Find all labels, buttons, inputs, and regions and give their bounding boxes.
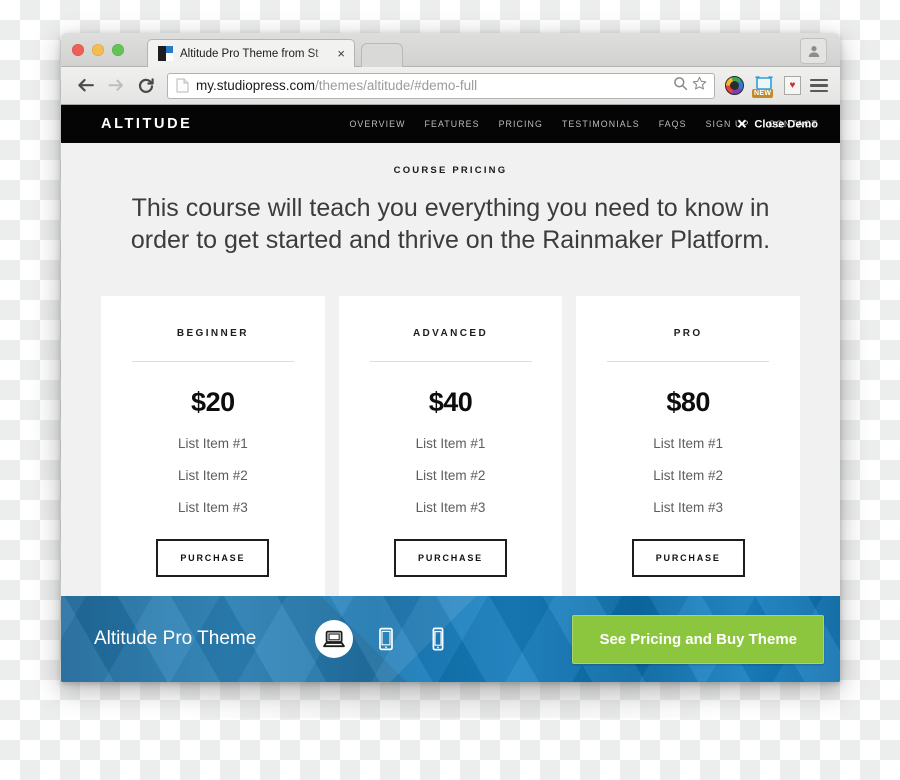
- pricing-card-price: $20: [191, 387, 235, 417]
- theme-demo-bar: Altitude Pro Theme See Pricing and Buy T…: [61, 596, 840, 682]
- search-icon[interactable]: [673, 76, 688, 96]
- close-icon: ✕: [736, 116, 748, 132]
- pricing-card-features: List Item #1 List Item #2 List Item #3: [359, 436, 543, 532]
- tablet-view-icon[interactable]: [367, 620, 405, 658]
- new-extension-icon[interactable]: NEW: [752, 75, 775, 98]
- url-text: my.studiopress.com/themes/altitude/#demo…: [196, 78, 669, 93]
- close-demo-label: Close Demo: [754, 118, 818, 130]
- list-item: List Item #3: [415, 500, 486, 515]
- pricing-card-beginner: BEGINNER $20 List Item #1 List Item #2 L…: [101, 296, 325, 603]
- browser-titlebar: Altitude Pro Theme from St ×: [61, 33, 840, 67]
- close-window-button[interactable]: [72, 44, 84, 56]
- purchase-button-beginner[interactable]: PURCHASE: [156, 539, 270, 577]
- tab-title: Altitude Pro Theme from St: [180, 47, 319, 60]
- browser-tab[interactable]: Altitude Pro Theme from St ×: [147, 39, 355, 67]
- list-item: List Item #1: [653, 436, 724, 451]
- nav-link-overview[interactable]: OVERVIEW: [349, 119, 405, 129]
- new-tab-button[interactable]: [361, 43, 403, 67]
- site-navbar: ALTITUDE OVERVIEW FEATURES PRICING TESTI…: [61, 105, 840, 143]
- pricing-card-title: BEGINNER: [176, 328, 249, 339]
- pricing-headline: This course will teach you everything yo…: [130, 194, 771, 254]
- pricing-card-divider: [369, 361, 532, 362]
- url-path: /themes/altitude/#demo-full: [315, 78, 478, 93]
- profile-avatar-button[interactable]: [800, 38, 827, 64]
- studiopress-favicon-icon: [158, 46, 173, 61]
- site-logo[interactable]: ALTITUDE: [101, 116, 192, 132]
- forward-button[interactable]: [103, 73, 129, 99]
- browser-toolbar: my.studiopress.com/themes/altitude/#demo…: [61, 67, 840, 105]
- nav-link-testimonials[interactable]: TESTIMONIALS: [562, 119, 640, 129]
- new-badge-label: NEW: [752, 89, 774, 98]
- pricing-cards: BEGINNER $20 List Item #1 List Item #2 L…: [101, 296, 801, 603]
- maximize-window-button[interactable]: [112, 44, 124, 56]
- purchase-button-advanced[interactable]: PURCHASE: [394, 539, 507, 577]
- see-pricing-buy-theme-button[interactable]: See Pricing and Buy Theme: [572, 614, 824, 664]
- back-button[interactable]: [73, 73, 99, 99]
- url-host: my.studiopress.com: [196, 78, 316, 93]
- pricing-card-advanced: ADVANCED $40 List Item #1 List Item #2 L…: [338, 296, 563, 603]
- star-icon[interactable]: [692, 76, 707, 96]
- pricing-card-features: List Item #1 List Item #2 List Item #3: [121, 436, 305, 532]
- pricing-card-features: List Item #1 List Item #2 List Item #3: [596, 436, 780, 532]
- pricing-section: COURSE PRICING This course will teach yo…: [61, 143, 840, 603]
- reload-button[interactable]: [133, 73, 159, 99]
- device-preview-switcher: [315, 620, 457, 658]
- page-document-icon: [176, 78, 189, 93]
- list-item: List Item #2: [177, 468, 248, 483]
- list-item: List Item #1: [415, 436, 486, 451]
- close-tab-icon[interactable]: ×: [334, 47, 348, 60]
- nav-link-features[interactable]: FEATURES: [425, 119, 480, 129]
- demo-bar-title: Altitude Pro Theme: [94, 628, 257, 649]
- reload-icon: [138, 77, 154, 93]
- window-controls: [72, 44, 124, 56]
- list-item: List Item #2: [653, 468, 724, 483]
- extension-icons: NEW ♥: [725, 75, 828, 98]
- back-arrow-icon: [78, 78, 94, 92]
- chrome-menu-icon[interactable]: [810, 78, 828, 93]
- list-item: List Item #1: [177, 436, 248, 451]
- page-viewport: ALTITUDE OVERVIEW FEATURES PRICING TESTI…: [61, 105, 840, 682]
- pricing-card-divider: [607, 361, 770, 362]
- desktop-view-icon[interactable]: [315, 620, 354, 658]
- pricing-eyebrow: COURSE PRICING: [393, 165, 508, 176]
- list-item: List Item #3: [653, 500, 724, 515]
- pricing-card-pro: PRO $80 List Item #1 List Item #2 List I…: [576, 296, 801, 603]
- chrome-orb-extension-icon[interactable]: [725, 76, 744, 95]
- list-item: List Item #2: [415, 468, 486, 483]
- minimize-window-button[interactable]: [92, 44, 104, 56]
- pricing-card-title: ADVANCED: [412, 328, 489, 339]
- address-bar[interactable]: my.studiopress.com/themes/altitude/#demo…: [167, 72, 715, 99]
- list-item: List Item #3: [177, 500, 248, 515]
- nav-link-pricing[interactable]: PRICING: [499, 119, 543, 129]
- forward-arrow-icon: [108, 79, 123, 91]
- heart-extension-icon[interactable]: ♥: [784, 76, 801, 95]
- person-icon: [808, 46, 819, 57]
- mobile-view-icon[interactable]: [419, 620, 457, 658]
- pricing-card-price: $80: [666, 387, 710, 417]
- nav-link-faqs[interactable]: FAQS: [659, 119, 687, 129]
- browser-window: Altitude Pro Theme from St × my.studiopr…: [61, 33, 840, 682]
- pricing-card-divider: [131, 361, 294, 362]
- pricing-card-title: PRO: [673, 328, 703, 339]
- purchase-button-pro[interactable]: PURCHASE: [631, 539, 745, 577]
- pricing-card-price: $40: [428, 387, 473, 417]
- close-demo-button[interactable]: ✕ Close Demo: [737, 118, 818, 131]
